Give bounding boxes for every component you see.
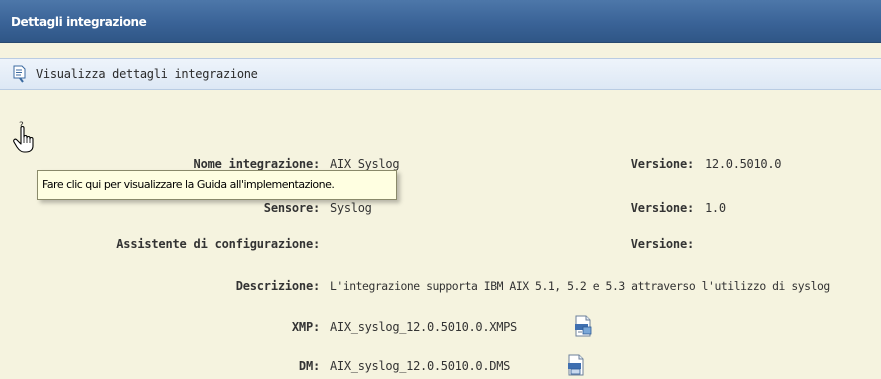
- wizard-label: Assistente di configurazione:: [116, 237, 320, 251]
- xmp-file-link[interactable]: AIX_syslog_12.0.5010.0.XMPS: [330, 318, 517, 336]
- view-details-bar[interactable]: Visualizza dettagli integrazione: [0, 58, 881, 90]
- panel-header: Dettagli integrazione: [0, 0, 881, 43]
- dm-file-link[interactable]: AIX_syslog_12.0.5010.0.DMS: [330, 357, 510, 375]
- dm-row: DM:: [0, 357, 320, 375]
- sensor-label: Sensore:: [263, 201, 320, 215]
- integration-version-value: 12.0.5010.0: [705, 157, 782, 171]
- view-details-label[interactable]: Visualizza dettagli integrazione: [36, 67, 258, 81]
- help-tooltip: Fare clic qui per visualizzare la Guida …: [37, 170, 397, 200]
- xmp-row: XMP:: [0, 318, 320, 336]
- document-view-icon[interactable]: [11, 65, 27, 83]
- dm-file-icon[interactable]: [566, 354, 586, 376]
- hand-pointer-help-icon[interactable]: ?: [12, 120, 40, 154]
- panel-title: Dettagli integrazione: [11, 15, 147, 29]
- dm-label: DM:: [298, 359, 320, 373]
- integration-version-label: Versione:: [630, 157, 694, 171]
- wizard-row: Assistente di configurazione:: [0, 235, 320, 253]
- integration-version-row: Versione:: [560, 155, 694, 173]
- wizard-version-label: Versione:: [630, 237, 694, 251]
- sensor-version-row: Versione:: [560, 199, 694, 217]
- sensor-value: Syslog: [330, 201, 372, 215]
- xmp-file-icon[interactable]: [573, 315, 593, 337]
- description-value: L'integrazione supporta IBM AIX 5.1, 5.2…: [330, 279, 830, 293]
- description-row: Descrizione:: [0, 277, 320, 295]
- sensor-version-label: Versione:: [630, 201, 694, 215]
- description-label: Descrizione:: [235, 279, 320, 293]
- wizard-version-row: Versione:: [560, 235, 694, 253]
- sensor-version-value: 1.0: [705, 201, 726, 215]
- xmp-label: XMP:: [291, 320, 320, 334]
- sensor-row: Sensore:: [0, 199, 320, 217]
